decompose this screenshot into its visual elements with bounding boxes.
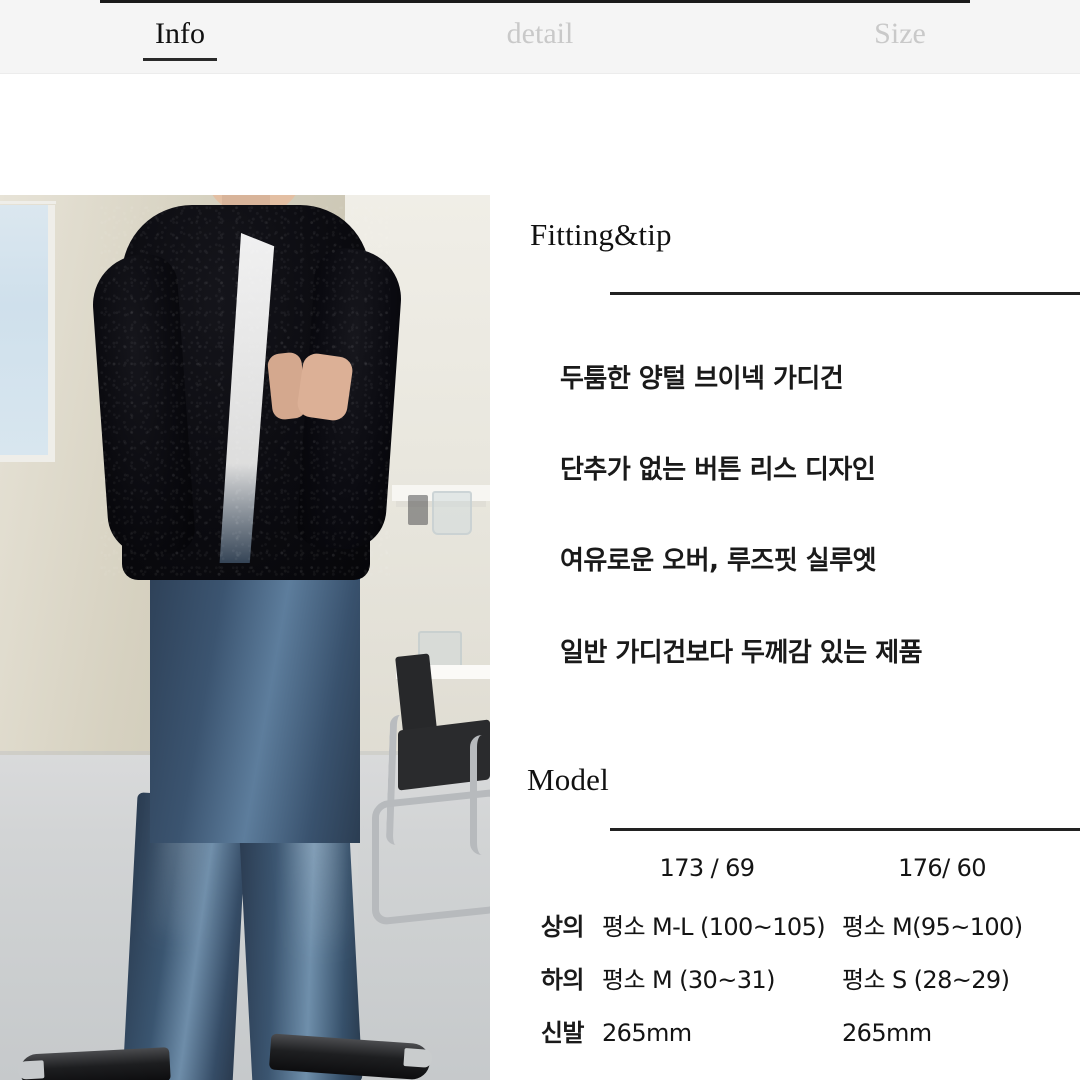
photo-model-hand-right xyxy=(295,351,355,423)
info-panel: Fitting&tip 두툼한 양털 브이넥 가디건 단추가 없는 버튼 리스 … xyxy=(0,74,1080,1080)
fitting-tip-heading: Fitting&tip xyxy=(530,217,672,252)
tab-info-label: Info xyxy=(143,18,217,61)
photo-glass-cup xyxy=(432,491,472,535)
model-heading: Model xyxy=(527,762,609,797)
table-row: 상의 평소 M-L (100~105) 평소 M(95~100) xyxy=(490,907,1080,960)
model-divider xyxy=(610,828,1080,831)
row-value-model-b: 평소 M(95~100) xyxy=(842,913,1023,941)
tab-detail-label: detail xyxy=(506,16,574,50)
table-row: 신발 265mm 265mm xyxy=(490,1013,1080,1066)
column-header-model-a: 173 / 69 xyxy=(659,854,756,882)
photo-window xyxy=(0,205,55,462)
row-value-model-a: 평소 M (30~31) xyxy=(602,966,775,994)
product-photo xyxy=(0,195,490,1080)
table-row: 하의 평소 M (30~31) 평소 S (28~29) xyxy=(490,960,1080,1013)
photo-jeans-hips xyxy=(150,563,360,843)
fitting-tip-item: 두툼한 양털 브이넥 가디건 xyxy=(560,364,844,394)
row-value-model-a: 265mm xyxy=(602,1019,692,1047)
fitting-tip-item: 일반 가디건보다 두께감 있는 제품 xyxy=(560,637,923,668)
fitting-tip-divider xyxy=(610,292,1080,295)
row-label-bottom: 하의 xyxy=(540,966,585,994)
photo-window-frame xyxy=(0,201,56,204)
fitting-tip-list: 두툼한 양털 브이넥 가디건 단추가 없는 버튼 리스 디자인 여유로운 오버,… xyxy=(560,364,1080,729)
row-label-shoes: 신발 xyxy=(540,1019,585,1047)
row-label-top: 상의 xyxy=(540,913,585,941)
fitting-tip-item: 단추가 없는 버튼 리스 디자인 xyxy=(560,455,876,486)
tab-info[interactable]: Info xyxy=(0,13,360,61)
row-value-model-b: 평소 S (28~29) xyxy=(842,966,1010,994)
tab-bar: Info detail Size xyxy=(0,0,1080,74)
photo-boot-left-toe-cap xyxy=(17,1060,45,1080)
tab-size[interactable]: Size xyxy=(720,13,1080,61)
photo-chair-frame-base xyxy=(372,788,490,926)
fitting-tip-item: 여유로운 오버, 루즈핏 실루엣 xyxy=(560,546,877,577)
photo-object-dark xyxy=(408,495,428,525)
row-value-model-b: 265mm xyxy=(842,1019,932,1047)
tab-size-label: Size xyxy=(874,16,926,50)
product-info-column: Fitting&tip 두툼한 양털 브이넥 가디건 단추가 없는 버튼 리스 … xyxy=(490,74,1080,1080)
model-measurements-table: 173 / 69 176/ 60 상의 평소 M-L (100~105) 평소 … xyxy=(490,854,1080,1066)
photo-boot-right-toe-cap xyxy=(403,1048,433,1068)
table-header-row: 173 / 69 176/ 60 xyxy=(490,854,1080,907)
row-value-model-a: 평소 M-L (100~105) xyxy=(602,913,826,941)
tab-list: Info detail Size xyxy=(0,0,1080,73)
tab-detail[interactable]: detail xyxy=(360,13,720,61)
column-header-model-b: 176/ 60 xyxy=(898,854,986,882)
